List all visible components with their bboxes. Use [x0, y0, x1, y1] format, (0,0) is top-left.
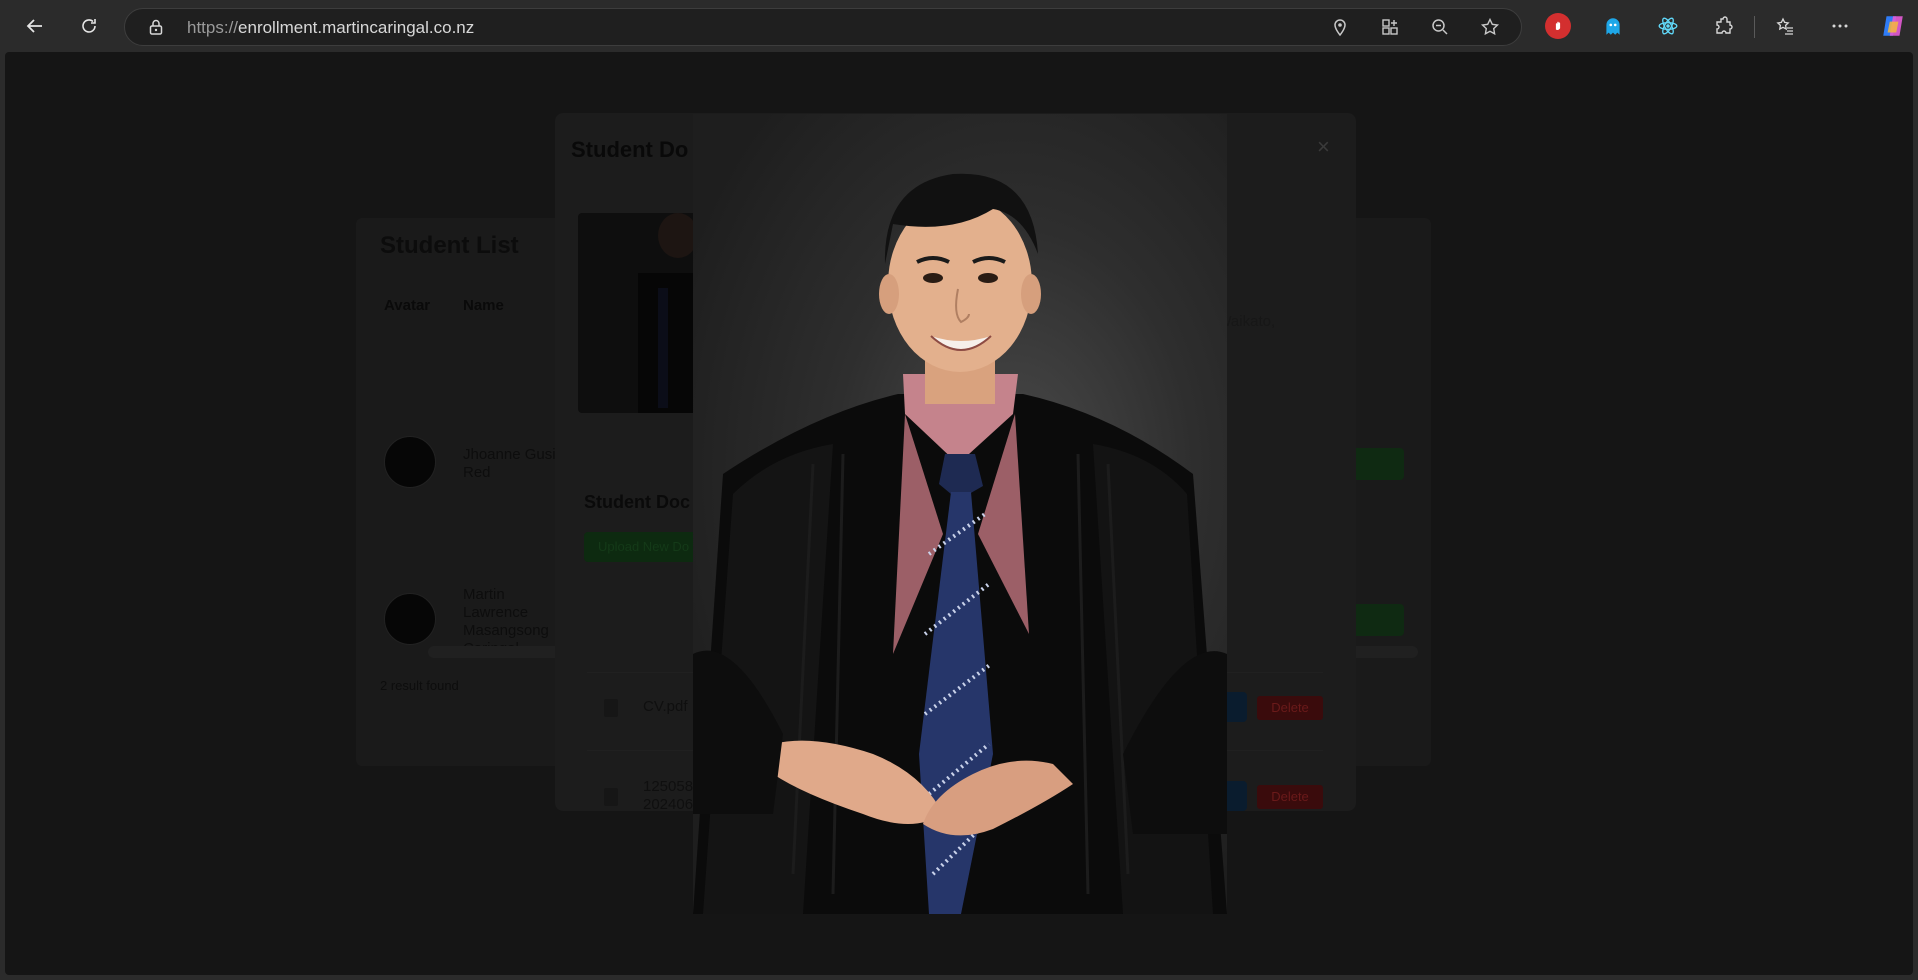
lock-icon	[147, 18, 165, 36]
browser-toolbar: https://enrollment.martincaringal.co.nz	[0, 0, 1918, 52]
favorites-list-icon[interactable]	[1772, 13, 1798, 39]
react-devtools-icon[interactable]	[1655, 13, 1681, 39]
back-button[interactable]	[19, 10, 51, 42]
thumbnail-face	[658, 213, 698, 258]
avatar	[384, 593, 436, 645]
extensions-puzzle-icon[interactable]	[1710, 13, 1736, 39]
toolbar-separator	[1754, 16, 1755, 38]
column-header-name: Name	[463, 297, 504, 314]
delete-document-button[interactable]: Delete	[1257, 785, 1323, 809]
favorite-star-icon[interactable]	[1480, 17, 1502, 39]
address-bar[interactable]: https://enrollment.martincaringal.co.nz	[124, 8, 1522, 46]
results-count: 2 result found	[380, 678, 459, 693]
more-options-icon[interactable]	[1827, 13, 1853, 39]
ghost-extension-icon[interactable]	[1600, 13, 1626, 39]
thumbnail-tie	[658, 288, 668, 408]
refresh-icon	[82, 19, 96, 33]
page-title: Student List	[380, 232, 519, 259]
app-available-icon[interactable]	[1380, 17, 1402, 39]
url-text[interactable]: https://enrollment.martincaringal.co.nz	[187, 18, 474, 38]
file-icon	[604, 699, 618, 717]
student-photo-thumbnail[interactable]	[578, 213, 698, 413]
document-name[interactable]: CV.pdf	[643, 698, 687, 716]
edit-button[interactable]	[1352, 448, 1404, 480]
location-icon[interactable]	[1330, 17, 1352, 39]
adblock-extension-icon[interactable]	[1545, 13, 1571, 39]
delete-document-button[interactable]: Delete	[1257, 696, 1323, 720]
file-icon	[604, 788, 618, 806]
upload-document-button[interactable]: Upload New Do	[584, 532, 702, 562]
refresh-button[interactable]	[73, 10, 105, 42]
graduation-portrait-image	[693, 173, 1227, 914]
modal-title: Student Do	[571, 137, 689, 162]
document-name[interactable]: 125058 202406	[643, 778, 693, 814]
edit-button[interactable]	[1352, 604, 1404, 636]
documents-section-title: Student Doc	[584, 492, 690, 512]
close-icon[interactable]: ×	[1317, 134, 1330, 160]
copilot-icon[interactable]	[1880, 13, 1906, 39]
avatar	[384, 436, 436, 488]
enlarged-student-photo[interactable]	[693, 114, 1227, 914]
zoom-out-icon[interactable]	[1430, 17, 1452, 39]
thumbnail-coat	[638, 273, 698, 413]
column-header-avatar: Avatar	[384, 297, 431, 314]
arrow-left-icon	[26, 19, 42, 33]
